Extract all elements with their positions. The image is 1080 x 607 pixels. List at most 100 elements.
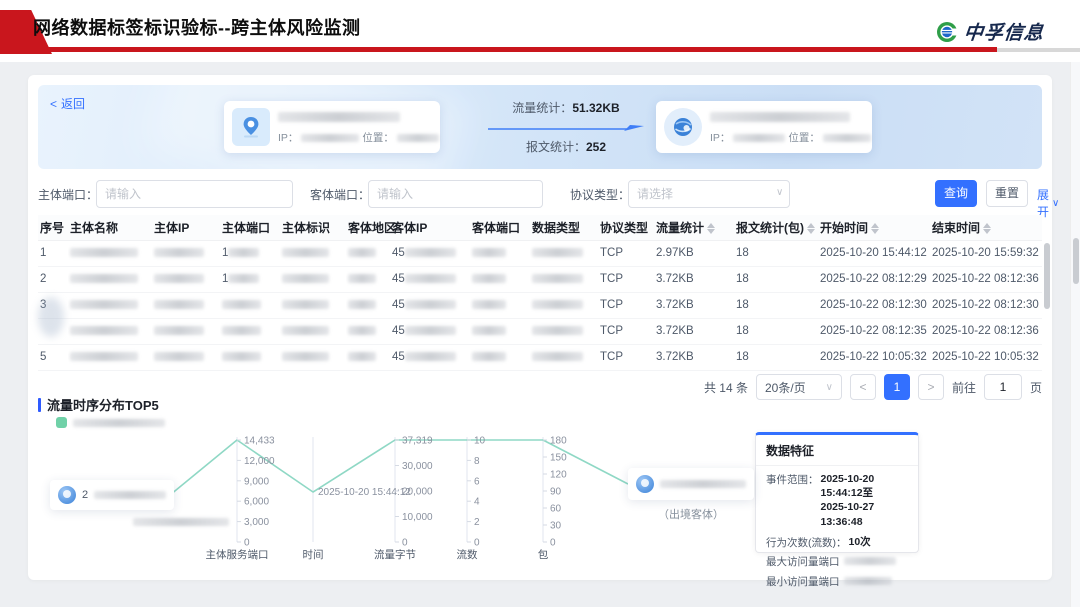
sort-icon[interactable] bbox=[807, 223, 815, 234]
svg-text:90: 90 bbox=[550, 487, 562, 498]
table-row: 345TCP3.72KB182025-10-22 08:12:302025-10… bbox=[38, 292, 1042, 318]
table-cell: 45 bbox=[390, 344, 470, 370]
flow-records-table: 序号主体名称主体IP主体端口主体标识客体地区客体IP客体端口数据类型协议类型流量… bbox=[38, 215, 1042, 371]
redacted-cell bbox=[154, 326, 204, 335]
reset-button[interactable]: 重置 bbox=[986, 180, 1028, 207]
table-head: 序号主体名称主体IP主体端口主体标识客体地区客体IP客体端口数据类型协议类型流量… bbox=[38, 215, 1042, 240]
page-size-value: 20条/页 bbox=[765, 379, 806, 396]
redacted-cell bbox=[348, 300, 376, 309]
table-cell bbox=[470, 240, 530, 266]
svg-text:37,319: 37,319 bbox=[402, 436, 433, 447]
svg-text:2025-10-20 15:44:12: 2025-10-20 15:44:12 bbox=[318, 487, 411, 498]
subject-port-label: 主体端口： bbox=[38, 186, 98, 203]
flow-total-value: 51.32KB bbox=[572, 101, 619, 115]
object-caption: （出境客体） bbox=[628, 506, 754, 522]
table-cell bbox=[280, 318, 346, 344]
table-cell bbox=[346, 292, 390, 318]
object-node-card[interactable] bbox=[628, 468, 754, 500]
redacted-cell bbox=[154, 248, 204, 257]
svg-text:120: 120 bbox=[550, 470, 567, 481]
back-button[interactable]: < 返回 bbox=[50, 95, 85, 112]
table-cell: 2025-10-22 08:12:30 bbox=[930, 292, 1042, 318]
svg-text:180: 180 bbox=[550, 436, 567, 447]
subject-port-input[interactable] bbox=[96, 180, 293, 208]
behavior-count-value: 10次 bbox=[849, 535, 871, 549]
column-header[interactable]: 开始时间 bbox=[818, 215, 930, 240]
column-header[interactable]: 报文统计(包) bbox=[734, 215, 818, 240]
svg-text:0: 0 bbox=[402, 538, 408, 549]
sort-icon[interactable] bbox=[707, 223, 715, 234]
chevron-down-icon: ∨ bbox=[1052, 198, 1059, 209]
column-header[interactable]: 流量统计 bbox=[654, 215, 734, 240]
svg-text:10,000: 10,000 bbox=[402, 512, 433, 523]
sort-icon[interactable] bbox=[871, 223, 879, 234]
protocol-type-select[interactable] bbox=[628, 180, 790, 208]
ip-label: IP： bbox=[710, 130, 730, 145]
query-button[interactable]: 查询 bbox=[935, 180, 977, 207]
redacted-cell bbox=[405, 326, 457, 335]
table-row: 2145TCP3.72KB182025-10-22 08:12:292025-1… bbox=[38, 266, 1042, 292]
table-cell bbox=[68, 240, 152, 266]
table-cell: 45 bbox=[390, 266, 470, 292]
subject-entity-card: IP： 位置： bbox=[224, 101, 440, 153]
table-cell bbox=[530, 344, 598, 370]
table-row: 1145TCP2.97KB182025-10-20 15:44:122025-1… bbox=[38, 240, 1042, 266]
svg-text:8: 8 bbox=[474, 456, 480, 467]
svg-text:主体服务端口: 主体服务端口 bbox=[206, 548, 269, 561]
object-avatar-icon bbox=[636, 475, 654, 493]
table-row: 45TCP3.72KB182025-10-22 08:12:352025-10-… bbox=[38, 318, 1042, 344]
globe-icon bbox=[664, 108, 702, 146]
table-cell: 2025-10-22 08:12:36 bbox=[930, 266, 1042, 292]
redacted-cell bbox=[228, 248, 259, 257]
location-label: 位置： bbox=[362, 130, 394, 145]
event-range-value-1: 2025-10-20 15:44:12至 bbox=[821, 473, 875, 499]
redacted-cell bbox=[348, 352, 376, 361]
table-cell: 3.72KB bbox=[654, 344, 734, 370]
subject-node-card[interactable]: 2 bbox=[50, 480, 174, 510]
table-cell bbox=[220, 344, 280, 370]
table-cell bbox=[470, 318, 530, 344]
redacted-cell bbox=[532, 300, 583, 309]
window-scrollbar-track[interactable] bbox=[1070, 62, 1080, 607]
object-port-input[interactable] bbox=[368, 180, 543, 208]
window-scrollbar-thumb[interactable] bbox=[1073, 238, 1079, 284]
min-port-redacted bbox=[844, 577, 892, 585]
redacted-cell bbox=[282, 352, 329, 361]
table-cell: 3.72KB bbox=[654, 318, 734, 344]
table-scrollbar-thumb[interactable] bbox=[1044, 243, 1050, 309]
svg-text:2: 2 bbox=[474, 517, 480, 528]
min-port-label: 最小访问量端口 bbox=[766, 574, 840, 589]
title-underline-red bbox=[28, 47, 997, 52]
subject-location-redacted bbox=[397, 134, 439, 142]
redacted-cell bbox=[154, 300, 204, 309]
ip-label: IP： bbox=[278, 130, 298, 145]
behavior-count-label: 行为次数(流数)： bbox=[766, 535, 847, 550]
table-cell bbox=[530, 318, 598, 344]
redacted-cell bbox=[70, 248, 138, 257]
table-cell bbox=[346, 318, 390, 344]
table-cell: 45 bbox=[390, 292, 470, 318]
table-cell bbox=[346, 240, 390, 266]
table-cell bbox=[220, 318, 280, 344]
svg-text:6: 6 bbox=[474, 476, 480, 487]
subject-node-redacted bbox=[94, 491, 166, 499]
filter-bar: 主体端口： 客体端口： 协议类型： ∨ 查询 重置 展开 ∨ bbox=[38, 179, 1042, 209]
redacted-cell bbox=[532, 352, 583, 361]
object-ip-redacted bbox=[733, 134, 785, 142]
svg-text:10: 10 bbox=[474, 436, 486, 447]
svg-text:0: 0 bbox=[550, 538, 556, 549]
redacted-cell bbox=[472, 326, 506, 335]
back-label: 返回 bbox=[61, 95, 85, 112]
chevron-down-icon: ∨ bbox=[776, 187, 783, 198]
redacted-cell bbox=[472, 274, 506, 283]
table-cell: 2025-10-22 08:12:35 bbox=[818, 318, 930, 344]
sort-icon[interactable] bbox=[983, 223, 991, 234]
object-location-redacted bbox=[823, 134, 871, 142]
max-port-label: 最大访问量端口 bbox=[766, 554, 840, 569]
svg-text:流数: 流数 bbox=[457, 548, 478, 561]
column-header: 主体端口 bbox=[220, 215, 280, 240]
svg-text:0: 0 bbox=[244, 538, 250, 549]
column-header[interactable]: 结束时间 bbox=[930, 215, 1042, 240]
svg-text:流量字节: 流量字节 bbox=[374, 548, 416, 561]
table-cell bbox=[280, 344, 346, 370]
